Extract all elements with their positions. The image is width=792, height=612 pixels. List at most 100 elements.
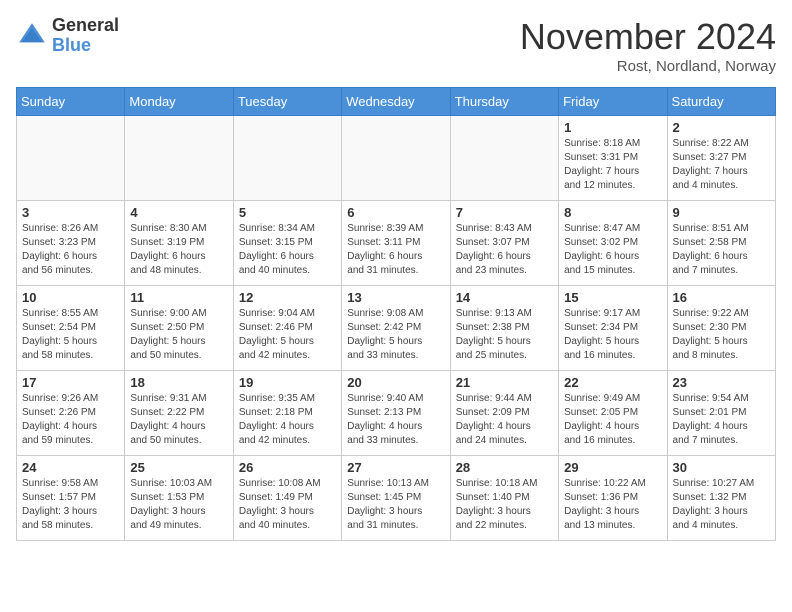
calendar-cell: 11 Sunrise: 9:00 AM Sunset: 2:50 PM Dayli… [125, 286, 233, 371]
day-info: Sunrise: 8:22 AM Sunset: 3:27 PM Dayligh… [673, 137, 770, 193]
weekday-header-tuesday: Tuesday [233, 88, 341, 116]
day-number: 20 [347, 375, 444, 390]
day-number: 14 [456, 290, 553, 305]
calendar-table: SundayMondayTuesdayWednesdayThursdayFrid… [16, 87, 776, 541]
calendar-cell: 26Sunrise: 10:08 AM Sunset: 1:49 PM Dayl… [233, 456, 341, 541]
day-info: Sunrise: 10:18 AM Sunset: 1:40 PM Daylig… [456, 477, 553, 533]
calendar-cell: 28 Sunrise: 10:18 AM Sunset: 1:40 PM Dayl… [450, 456, 558, 541]
day-number: 30 [673, 460, 770, 475]
day-number: 26 [239, 460, 336, 475]
logo: General Blue [16, 16, 119, 56]
calendar-cell [17, 116, 125, 201]
logo-text: General Blue [52, 16, 119, 56]
day-number: 6 [347, 205, 444, 220]
day-number: 29 [564, 460, 661, 475]
day-info: Sunrise: 8:30 AM Sunset: 3:19 PM Dayligh… [130, 222, 227, 278]
day-number: 21 [456, 375, 553, 390]
day-info: Sunrise: 9:49 AM Sunset: 2:05 PM Dayligh… [564, 392, 661, 448]
weekday-header-thursday: Thursday [450, 88, 558, 116]
calendar-cell: 30 Sunrise: 10:27 AM Sunset: 1:32 PM Dayl… [667, 456, 775, 541]
calendar-cell: 17 Sunrise: 9:26 AM Sunset: 2:26 PM Dayli… [17, 371, 125, 456]
day-number: 5 [239, 205, 336, 220]
day-info: Sunrise: 10:13 AM Sunset: 1:45 PM Daylig… [347, 477, 444, 533]
day-info: Sunrise: 9:58 AM Sunset: 1:57 PM Dayligh… [22, 477, 119, 533]
calendar-cell: 27Sunrise: 10:13 AM Sunset: 1:45 PM Dayl… [342, 456, 450, 541]
week-row-5: 24Sunrise: 9:58 AM Sunset: 1:57 PM Dayli… [17, 456, 776, 541]
day-number: 23 [673, 375, 770, 390]
calendar-cell: 2Sunrise: 8:22 AM Sunset: 3:27 PM Daylig… [667, 116, 775, 201]
month-title: November 2024 [520, 16, 776, 58]
day-number: 10 [22, 290, 119, 305]
day-info: Sunrise: 9:17 AM Sunset: 2:34 PM Dayligh… [564, 307, 661, 363]
day-info: Sunrise: 9:08 AM Sunset: 2:42 PM Dayligh… [347, 307, 444, 363]
calendar-cell [342, 116, 450, 201]
calendar-cell: 3 Sunrise: 8:26 AM Sunset: 3:23 PM Daylig… [17, 201, 125, 286]
weekday-header-friday: Friday [559, 88, 667, 116]
day-number: 1 [564, 120, 661, 135]
calendar-cell: 1 Sunrise: 8:18 AM Sunset: 3:31 PM Daylig… [559, 116, 667, 201]
day-number: 9 [673, 205, 770, 220]
day-info: Sunrise: 8:18 AM Sunset: 3:31 PM Dayligh… [564, 137, 661, 193]
day-info: Sunrise: 8:34 AM Sunset: 3:15 PM Dayligh… [239, 222, 336, 278]
day-number: 12 [239, 290, 336, 305]
location: Rost, Nordland, Norway [520, 58, 776, 75]
weekday-header-sunday: Sunday [17, 88, 125, 116]
week-row-1: 1 Sunrise: 8:18 AM Sunset: 3:31 PM Daylig… [17, 116, 776, 201]
day-info: Sunrise: 8:51 AM Sunset: 2:58 PM Dayligh… [673, 222, 770, 278]
calendar-cell: 14Sunrise: 9:13 AM Sunset: 2:38 PM Dayli… [450, 286, 558, 371]
calendar-cell: 15 Sunrise: 9:17 AM Sunset: 2:34 PM Dayli… [559, 286, 667, 371]
day-info: Sunrise: 9:54 AM Sunset: 2:01 PM Dayligh… [673, 392, 770, 448]
calendar-cell: 29 Sunrise: 10:22 AM Sunset: 1:36 PM Dayl… [559, 456, 667, 541]
day-info: Sunrise: 10:22 AM Sunset: 1:36 PM Daylig… [564, 477, 661, 533]
calendar-cell [233, 116, 341, 201]
week-row-2: 3 Sunrise: 8:26 AM Sunset: 3:23 PM Daylig… [17, 201, 776, 286]
logo-blue: Blue [52, 36, 119, 56]
calendar-cell: 13 Sunrise: 9:08 AM Sunset: 2:42 PM Dayli… [342, 286, 450, 371]
calendar-cell: 24Sunrise: 9:58 AM Sunset: 1:57 PM Dayli… [17, 456, 125, 541]
calendar-cell: 9 Sunrise: 8:51 AM Sunset: 2:58 PM Daylig… [667, 201, 775, 286]
day-number: 18 [130, 375, 227, 390]
weekday-header-monday: Monday [125, 88, 233, 116]
day-info: Sunrise: 9:04 AM Sunset: 2:46 PM Dayligh… [239, 307, 336, 363]
day-number: 13 [347, 290, 444, 305]
calendar-cell [450, 116, 558, 201]
day-info: Sunrise: 8:55 AM Sunset: 2:54 PM Dayligh… [22, 307, 119, 363]
calendar-cell: 16 Sunrise: 9:22 AM Sunset: 2:30 PM Dayli… [667, 286, 775, 371]
page-header: General Blue November 2024 Rost, Nordlan… [16, 16, 776, 75]
week-row-3: 10 Sunrise: 8:55 AM Sunset: 2:54 PM Dayli… [17, 286, 776, 371]
day-number: 19 [239, 375, 336, 390]
week-row-4: 17 Sunrise: 9:26 AM Sunset: 2:26 PM Dayli… [17, 371, 776, 456]
calendar-cell: 22 Sunrise: 9:49 AM Sunset: 2:05 PM Dayli… [559, 371, 667, 456]
day-number: 15 [564, 290, 661, 305]
day-number: 3 [22, 205, 119, 220]
calendar-cell: 20Sunrise: 9:40 AM Sunset: 2:13 PM Dayli… [342, 371, 450, 456]
day-info: Sunrise: 8:39 AM Sunset: 3:11 PM Dayligh… [347, 222, 444, 278]
day-info: Sunrise: 10:03 AM Sunset: 1:53 PM Daylig… [130, 477, 227, 533]
calendar-cell: 8Sunrise: 8:47 AM Sunset: 3:02 PM Daylig… [559, 201, 667, 286]
day-number: 28 [456, 460, 553, 475]
calendar-cell: 5 Sunrise: 8:34 AM Sunset: 3:15 PM Daylig… [233, 201, 341, 286]
calendar-cell: 21Sunrise: 9:44 AM Sunset: 2:09 PM Dayli… [450, 371, 558, 456]
day-info: Sunrise: 9:26 AM Sunset: 2:26 PM Dayligh… [22, 392, 119, 448]
day-number: 4 [130, 205, 227, 220]
calendar-cell: 6 Sunrise: 8:39 AM Sunset: 3:11 PM Daylig… [342, 201, 450, 286]
day-info: Sunrise: 9:22 AM Sunset: 2:30 PM Dayligh… [673, 307, 770, 363]
title-block: November 2024 Rost, Nordland, Norway [520, 16, 776, 75]
calendar-cell: 25Sunrise: 10:03 AM Sunset: 1:53 PM Dayl… [125, 456, 233, 541]
calendar-cell: 12 Sunrise: 9:04 AM Sunset: 2:46 PM Dayli… [233, 286, 341, 371]
day-number: 17 [22, 375, 119, 390]
day-info: Sunrise: 9:31 AM Sunset: 2:22 PM Dayligh… [130, 392, 227, 448]
calendar-cell: 4 Sunrise: 8:30 AM Sunset: 3:19 PM Daylig… [125, 201, 233, 286]
day-number: 8 [564, 205, 661, 220]
day-number: 16 [673, 290, 770, 305]
day-info: Sunrise: 8:26 AM Sunset: 3:23 PM Dayligh… [22, 222, 119, 278]
day-number: 22 [564, 375, 661, 390]
weekday-header-saturday: Saturday [667, 88, 775, 116]
day-info: Sunrise: 9:00 AM Sunset: 2:50 PM Dayligh… [130, 307, 227, 363]
calendar-cell: 19 Sunrise: 9:35 AM Sunset: 2:18 PM Dayli… [233, 371, 341, 456]
day-number: 11 [130, 290, 227, 305]
calendar-cell: 7Sunrise: 8:43 AM Sunset: 3:07 PM Daylig… [450, 201, 558, 286]
day-info: Sunrise: 10:27 AM Sunset: 1:32 PM Daylig… [673, 477, 770, 533]
day-info: Sunrise: 9:35 AM Sunset: 2:18 PM Dayligh… [239, 392, 336, 448]
calendar-cell: 23 Sunrise: 9:54 AM Sunset: 2:01 PM Dayli… [667, 371, 775, 456]
